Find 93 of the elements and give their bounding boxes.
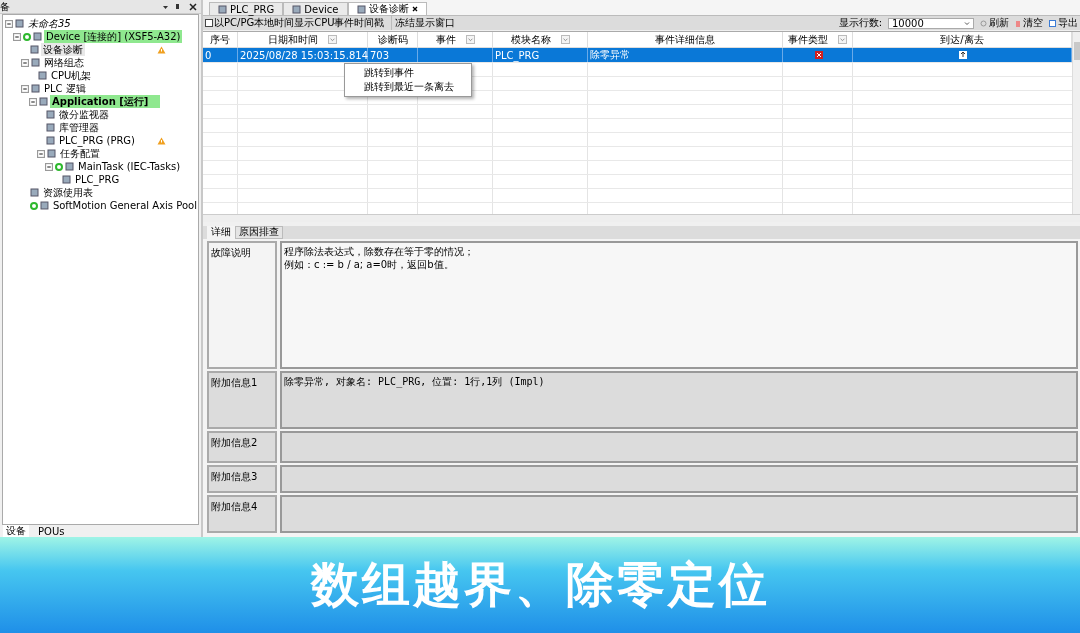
table-cell: 0 bbox=[205, 49, 212, 61]
node-icon bbox=[62, 175, 71, 184]
node-icon bbox=[31, 84, 40, 93]
detail-tab[interactable]: 原因排查 bbox=[235, 226, 283, 239]
tree-item[interactable]: SoftMotion General Axis Pool bbox=[50, 199, 198, 212]
checkbox[interactable] bbox=[205, 19, 213, 28]
rows-label: 显示行数: bbox=[838, 16, 882, 31]
column-header[interactable]: 序号 bbox=[203, 32, 238, 49]
editor-tab[interactable]: Device bbox=[283, 2, 348, 16]
table-cell: 除零异常 bbox=[590, 48, 630, 63]
tree-item[interactable]: MainTask (IEC-Tasks) bbox=[76, 160, 183, 173]
detail-label: 附加信息2 bbox=[207, 431, 277, 463]
menu-item[interactable]: 跳转到事件 bbox=[345, 66, 471, 81]
table-cell: 2025/08/28 15:03:15.814 bbox=[240, 49, 368, 61]
scrollbar[interactable] bbox=[1072, 32, 1080, 214]
node-icon bbox=[292, 4, 302, 14]
node-icon bbox=[46, 136, 55, 145]
table-row[interactable]: 0 2025/08/28 15:03:15.814 703 PLC_PRG 除零异常 bbox=[203, 48, 1072, 63]
node-icon bbox=[33, 32, 42, 41]
panel-controls-icon[interactable] bbox=[161, 2, 197, 11]
menu-item[interactable]: 跳转到最近一条离去 bbox=[345, 80, 471, 95]
trash-icon bbox=[1015, 19, 1021, 27]
chevron-down-icon bbox=[964, 20, 970, 26]
detail-text: 除零异常, 对象名: PLC_PRG, 位置: 1行,1列 (Impl) bbox=[284, 376, 545, 387]
filter-dropdown[interactable] bbox=[465, 35, 475, 45]
node-icon bbox=[39, 201, 49, 210]
node-icon bbox=[31, 58, 40, 67]
detail-text: 例如：c := b / a; a=0时，返回b值。 bbox=[284, 259, 454, 270]
column-header[interactable]: 诊断码 bbox=[368, 32, 418, 49]
table-cell: 703 bbox=[370, 49, 390, 61]
collapse-toggle[interactable] bbox=[29, 97, 37, 106]
detail-label: 故障说明 bbox=[207, 241, 277, 369]
freeze-button[interactable]: 冻结显示窗口 bbox=[390, 16, 458, 31]
export-button[interactable]: 导出 bbox=[1049, 16, 1078, 31]
editor-tab[interactable]: PLC_PRG bbox=[209, 2, 284, 16]
filter-dropdown[interactable] bbox=[560, 35, 570, 45]
column-header[interactable]: 事件类型 bbox=[783, 32, 853, 49]
banner-caption: 数组越界、除零定位 bbox=[310, 555, 770, 614]
tree-item[interactable]: Device [连接的] (XSF5-A32) bbox=[44, 30, 183, 43]
rows-dropdown[interactable]: 10000 bbox=[888, 17, 974, 29]
column-header[interactable]: 日期和时间 bbox=[238, 32, 368, 49]
tree-item[interactable]: PLC 逻辑 bbox=[42, 82, 88, 95]
tree-item[interactable]: 任务配置 bbox=[58, 147, 102, 160]
detail-tab[interactable]: 详细 bbox=[207, 226, 235, 239]
tree-item[interactable]: PLC_PRG bbox=[73, 173, 122, 186]
detail-text: 程序除法表达式，除数存在等于零的情况； bbox=[284, 246, 474, 257]
node-icon bbox=[46, 110, 55, 119]
node-icon bbox=[65, 162, 74, 171]
error-icon bbox=[814, 51, 823, 60]
tree-item[interactable]: 微分监视器 bbox=[57, 108, 111, 121]
detail-label: 附加信息4 bbox=[207, 495, 277, 533]
panel-title: 备 bbox=[0, 0, 10, 14]
tree-item[interactable]: 未命名35 bbox=[26, 17, 73, 30]
tree-item[interactable]: Application [运行] bbox=[50, 95, 160, 108]
refresh-icon bbox=[980, 19, 987, 27]
filter-dropdown[interactable] bbox=[838, 35, 847, 45]
node-icon bbox=[356, 4, 366, 14]
tree-item[interactable]: PLC_PRG (PRG) bbox=[57, 134, 138, 147]
collapse-toggle[interactable] bbox=[13, 32, 21, 41]
node-icon bbox=[46, 123, 55, 132]
node-icon bbox=[15, 19, 24, 28]
collapse-toggle[interactable] bbox=[37, 149, 45, 158]
checkbox-label: 以PC/PG本地时间显示CPU事件时间戳 bbox=[214, 16, 385, 31]
collapse-toggle[interactable] bbox=[21, 58, 29, 67]
tree-item[interactable]: 库管理器 bbox=[57, 121, 101, 134]
tree-item[interactable]: 设备诊断 bbox=[41, 43, 85, 56]
tree-item[interactable]: 网络组态 bbox=[42, 56, 86, 69]
node-icon bbox=[218, 4, 227, 14]
collapse-toggle[interactable] bbox=[21, 84, 29, 93]
column-header[interactable]: 事件详细信息 bbox=[588, 32, 783, 49]
export-icon bbox=[1049, 19, 1056, 27]
column-header[interactable]: 模块名称 bbox=[493, 32, 588, 49]
node-icon bbox=[47, 149, 56, 158]
collapse-toggle[interactable] bbox=[45, 162, 53, 171]
node-icon bbox=[38, 71, 47, 80]
table-cell: PLC_PRG bbox=[495, 49, 540, 61]
node-icon bbox=[39, 97, 48, 106]
arrow-up-icon bbox=[959, 51, 967, 60]
tree-item[interactable]: CPU机架 bbox=[49, 69, 94, 82]
collapse-toggle[interactable] bbox=[5, 19, 13, 28]
refresh-button[interactable]: 刷新 bbox=[980, 16, 1009, 31]
close-icon[interactable] bbox=[411, 6, 418, 13]
clear-button[interactable]: 清空 bbox=[1015, 16, 1043, 31]
panel-tab[interactable]: POUs bbox=[35, 525, 68, 537]
editor-tab[interactable]: 设备诊断 bbox=[347, 2, 427, 16]
column-header[interactable]: 到达/离去 bbox=[853, 32, 1072, 49]
tree-item[interactable]: 资源使用表 bbox=[41, 186, 95, 199]
node-icon bbox=[30, 188, 39, 197]
detail-label: 附加信息3 bbox=[207, 465, 277, 493]
filter-dropdown[interactable] bbox=[328, 35, 337, 45]
column-header[interactable]: 事件 bbox=[418, 32, 493, 49]
node-icon bbox=[30, 45, 39, 54]
detail-label: 附加信息1 bbox=[207, 371, 277, 429]
